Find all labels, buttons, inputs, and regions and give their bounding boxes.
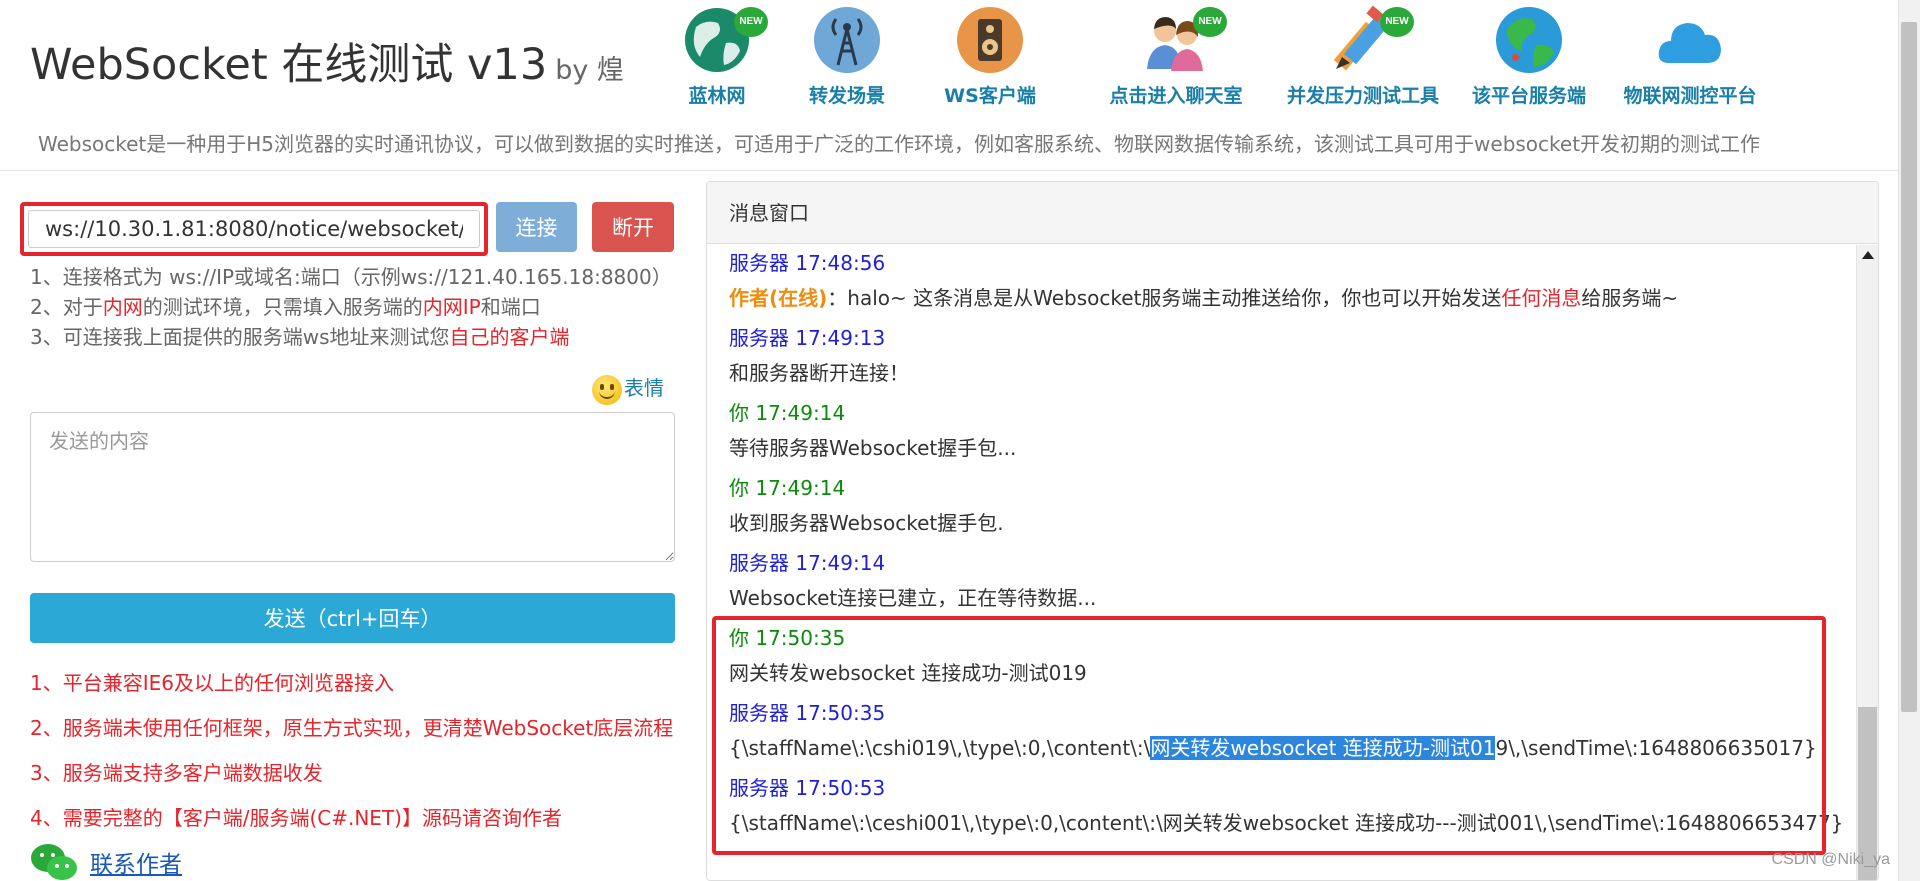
nav-label: WS客户端 — [944, 85, 1036, 107]
tip-text: 3、可连接我上面提供的服务端ws地址来测试您 — [30, 325, 450, 349]
disconnect-button[interactable]: 断开 — [592, 202, 674, 252]
page-scrollbar[interactable] — [1898, 0, 1920, 881]
message-input[interactable] — [30, 412, 675, 562]
antenna-icon — [812, 5, 882, 75]
nav-item-stress-test[interactable]: NEW 并发压力测试工具 — [1279, 5, 1447, 108]
cloud-icon — [1655, 5, 1725, 75]
nav-item-forward-scene[interactable]: 转发场景 — [797, 5, 897, 108]
nav-label: 转发场景 — [808, 85, 885, 107]
watermark: CSDN @Niki_ya — [1771, 851, 1890, 868]
nav-label: 物联网测控平台 — [1623, 85, 1757, 107]
nav-label: 该平台服务端 — [1471, 85, 1586, 107]
page-description: Websocket是一种用于H5浏览器的实时通讯协议，可以做到数据的实时推送，可… — [38, 132, 1761, 156]
nav-label: 并发压力测试工具 — [1286, 85, 1439, 107]
nav-item-ws-client[interactable]: WS客户端 — [932, 5, 1048, 108]
tip-emphasis: 内网 — [102, 295, 143, 319]
message-scrollbar[interactable] — [1856, 245, 1878, 880]
nav-item-chatroom[interactable]: NEW 点击进入聊天室 — [1092, 5, 1260, 108]
tip-2: 2、对于内网的测试环境，只需填入服务端的内网IP和端口 — [30, 291, 541, 320]
new-badge: NEW — [1193, 7, 1227, 37]
feature-note: 4、需要完整的【客户端/服务端(C#.NET)】源码请咨询作者 — [30, 806, 562, 830]
message-item: 你 17:49:14 收到服务器Websocket握手包. — [729, 472, 1004, 536]
message-author: 作者(在线) — [729, 286, 828, 310]
nav-item-platform-server[interactable]: 该平台服务端 — [1466, 5, 1592, 108]
message-header: 服务器 17:49:13 — [729, 326, 886, 350]
url-input-highlight — [20, 202, 488, 256]
tip-text: 的测试环境，只需填入服务端的 — [142, 295, 423, 319]
new-badge: NEW — [1380, 7, 1414, 37]
message-text: 给服务端~ — [1581, 286, 1679, 310]
page-scroll-thumb[interactable] — [1901, 22, 1917, 712]
feature-note: 3、服务端支持多客户端数据收发 — [30, 761, 323, 785]
message-emphasis: 任何消息 — [1501, 286, 1582, 310]
message-header: 你 17:49:14 — [729, 401, 846, 425]
message-item: 服务器 17:48:56 作者(在线)：halo~ 这条消息是从Websocke… — [729, 247, 1678, 311]
tip-3: 3、可连接我上面提供的服务端ws地址来测试您自己的客户端 — [30, 321, 570, 350]
chat-people-icon: NEW — [1141, 5, 1227, 75]
recent-messages-highlight — [712, 616, 1826, 855]
send-button[interactable]: 发送（ctrl+回车） — [30, 593, 675, 643]
tip-text: 和端口 — [480, 295, 541, 319]
message-body: 等待服务器Websocket握手包... — [729, 436, 1017, 460]
message-text: ：halo~ 这条消息是从Websocket服务端主动推送给你，你也可以开始发送 — [827, 286, 1502, 310]
feature-note: 2、服务端未使用任何框架，原生方式实现，更清楚WebSocket底层流程 — [30, 716, 674, 740]
message-body: Websocket连接已建立，正在等待数据... — [729, 586, 1097, 610]
message-header: 服务器 17:48:56 — [729, 251, 886, 275]
contact-author-link[interactable]: 联系作者 — [90, 845, 182, 879]
message-header: 服务器 17:49:14 — [729, 551, 886, 575]
tip-emphasis: 自己的客户端 — [449, 325, 570, 349]
message-header: 你 17:49:14 — [729, 476, 846, 500]
scroll-up-arrow-icon[interactable] — [1862, 251, 1874, 259]
connect-button[interactable]: 连接 — [496, 202, 577, 252]
speaker-icon — [955, 5, 1025, 75]
earth-icon — [1494, 5, 1564, 75]
emoji-label: 表情 — [624, 376, 664, 400]
title-text: WebSocket 在线测试 v13 — [30, 40, 548, 90]
author-byline: by 煌 — [555, 55, 624, 86]
tip-emphasis: 内网IP — [422, 295, 481, 319]
nav-label: 点击进入聊天室 — [1109, 85, 1243, 107]
message-body: 收到服务器Websocket握手包. — [729, 511, 1004, 535]
new-badge: NEW — [734, 7, 768, 37]
message-window-title: 消息窗口 — [707, 182, 1878, 244]
wechat-icon — [31, 844, 77, 880]
nav-item-iot-platform[interactable]: 物联网测控平台 — [1616, 5, 1764, 108]
message-item: 你 17:49:14 等待服务器Websocket握手包... — [729, 397, 1016, 461]
header-divider — [0, 170, 1900, 171]
message-item: 服务器 17:49:13 和服务器断开连接！ — [729, 322, 909, 386]
tip-text: 2、对于 — [30, 295, 103, 319]
nav-item-lanlin[interactable]: NEW 蓝林网 — [672, 5, 768, 108]
smiley-icon — [592, 374, 622, 405]
message-body: 作者(在线)：halo~ 这条消息是从Websocket服务端主动推送给你，你也… — [729, 282, 1678, 311]
tip-1: 1、连接格式为 ws://IP或域名:端口（示例ws://121.40.165.… — [30, 265, 672, 289]
server-url-input[interactable] — [28, 210, 480, 248]
nav-label: 蓝林网 — [688, 85, 746, 107]
message-item: 服务器 17:49:14 Websocket连接已建立，正在等待数据... — [729, 547, 1096, 611]
pencil-icon: NEW — [1328, 5, 1414, 75]
emoji-button[interactable]: 表情 — [592, 372, 664, 405]
page-title: WebSocket 在线测试 v13 by 煌 — [30, 30, 624, 92]
feature-note: 1、平台兼容IE6及以上的任何浏览器接入 — [30, 671, 394, 695]
globe-icon: NEW — [682, 5, 768, 75]
message-body: 和服务器断开连接！ — [729, 361, 909, 385]
